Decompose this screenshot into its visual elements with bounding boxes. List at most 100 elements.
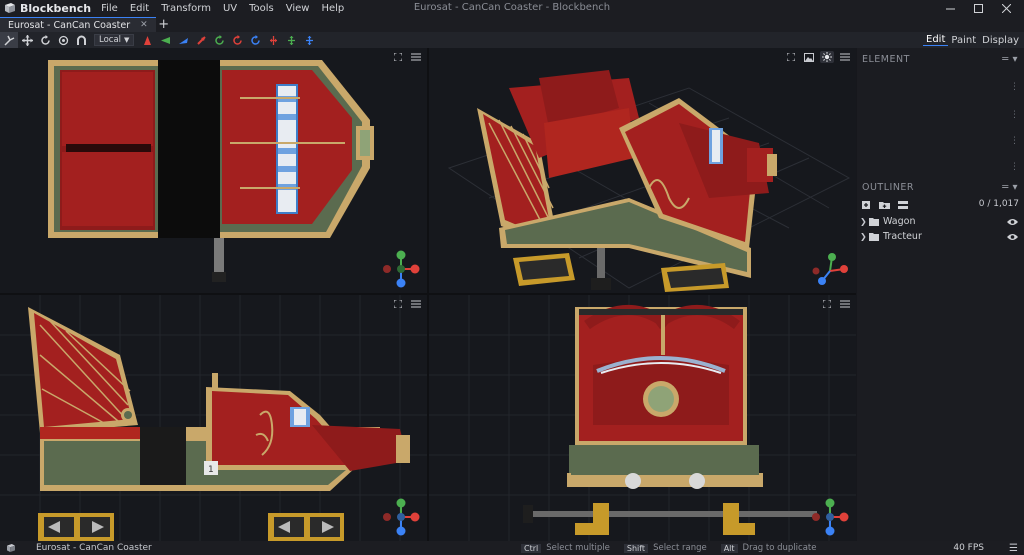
rotate-z-button[interactable] [228, 32, 246, 48]
move-tool-button[interactable] [0, 32, 18, 48]
key-badge: Alt [720, 543, 738, 553]
tab-close-icon[interactable]: ✕ [140, 20, 148, 30]
menu-file[interactable]: File [95, 3, 124, 14]
hint-alt: Alt Drag to duplicate [720, 543, 816, 553]
more-options-icon[interactable]: ⋮ [1010, 110, 1019, 120]
element-panel-title: ELEMENT [862, 53, 910, 65]
more-options-icon[interactable]: ⋮ [1010, 136, 1019, 146]
viewport-menu-button[interactable] [409, 51, 423, 63]
viewport-top[interactable] [0, 48, 427, 293]
new-tab-button[interactable]: + [156, 17, 172, 32]
collapse-all-icon[interactable] [897, 200, 909, 210]
outliner-item-label: Wagon [883, 216, 916, 227]
chevron-right-icon[interactable]: ❯ [860, 217, 869, 226]
viewport-toolbar [820, 298, 852, 310]
menu-tools[interactable]: Tools [243, 3, 280, 14]
rotate-blue-button[interactable] [246, 32, 264, 48]
rotate-y-button[interactable] [210, 32, 228, 48]
axis-gizmo-icon[interactable] [808, 495, 852, 539]
add-group-icon[interactable] [879, 200, 891, 210]
key-badge: Shift [623, 543, 649, 553]
mirror-z-button[interactable] [300, 32, 318, 48]
fullscreen-button[interactable] [820, 298, 834, 310]
fullscreen-button[interactable] [784, 51, 798, 63]
hamburger-icon [840, 300, 850, 308]
app-logo: Blockbench [0, 2, 91, 15]
panel-controls-icon[interactable]: ═ ▾ [1002, 182, 1018, 193]
pivot-tool-button[interactable] [54, 32, 72, 48]
fullscreen-button[interactable] [391, 51, 405, 63]
rotate-red-icon [233, 34, 242, 45]
status-menu-icon[interactable]: ☰ [1009, 543, 1018, 554]
viewport-toolbar [391, 298, 423, 310]
expand-icon [787, 53, 795, 61]
rotate-x-button[interactable] [192, 32, 210, 48]
viewport-menu-button[interactable] [838, 51, 852, 63]
front-view-scene [429, 295, 856, 541]
mode-edit[interactable]: Edit [923, 34, 949, 46]
outliner-panel-header[interactable]: OUTLINER ═ ▾ [857, 178, 1024, 196]
transform-space-select[interactable]: Local ▼ [94, 34, 135, 46]
outliner-item-wagon[interactable]: ❯ Wagon [857, 214, 1024, 229]
close-window-button[interactable] [992, 0, 1020, 16]
mirror-red-icon [269, 35, 277, 45]
axis-gizmo-icon[interactable] [379, 495, 423, 539]
axis-gizmo-icon[interactable] [808, 247, 852, 291]
mode-display[interactable]: Display [979, 35, 1022, 46]
more-options-icon[interactable]: ⋮ [1010, 162, 1019, 172]
minimize-button[interactable] [936, 0, 964, 16]
pivot-icon [58, 35, 68, 45]
viewport-toolbar [784, 51, 852, 63]
move-y-button[interactable] [156, 32, 174, 48]
maximize-button[interactable] [964, 0, 992, 16]
image-icon [804, 52, 814, 62]
visibility-eye-icon[interactable] [1007, 233, 1018, 241]
mode-tabs: Edit Paint Display [923, 32, 1022, 48]
hint-text: Select range [653, 543, 707, 553]
move-z-button[interactable] [174, 32, 192, 48]
chevron-right-icon[interactable]: ❯ [860, 232, 869, 241]
axis-gizmo-icon[interactable] [379, 247, 423, 291]
move-x-button[interactable] [138, 32, 156, 48]
selection-count: 0 / 1,017 [978, 199, 1019, 209]
cone-green-icon [160, 36, 170, 44]
side-view-scene: 1 [0, 295, 427, 541]
screenshot-button[interactable] [802, 51, 816, 63]
mode-paint[interactable]: Paint [948, 35, 979, 46]
mirror-y-button[interactable] [282, 32, 300, 48]
project-tab[interactable]: Eurosat - CanCan Coaster ✕ [0, 17, 156, 32]
visibility-eye-icon[interactable] [1007, 218, 1018, 226]
menu-view[interactable]: View [280, 3, 316, 14]
rotate-green-icon [215, 34, 224, 45]
lighting-button[interactable] [820, 51, 834, 63]
vertex-snap-tool-button[interactable] [72, 32, 90, 48]
window-controls [936, 0, 1020, 16]
more-options-icon[interactable]: ⋮ [1010, 82, 1019, 92]
rotate-tool-button[interactable] [36, 32, 54, 48]
menu-uv[interactable]: UV [217, 3, 243, 14]
menu-edit[interactable]: Edit [124, 3, 155, 14]
outliner-item-tracteur[interactable]: ❯ Tracteur [857, 229, 1024, 244]
menu-help[interactable]: Help [315, 3, 350, 14]
mirror-x-button[interactable] [264, 32, 282, 48]
viewport-front[interactable] [429, 295, 856, 541]
panel-controls-icon[interactable]: ═ ▾ [1002, 54, 1018, 65]
menu-transform[interactable]: Transform [155, 3, 217, 14]
viewport-area: 1 [0, 48, 856, 541]
viewport-perspective[interactable] [429, 48, 856, 293]
folder-icon [869, 232, 879, 241]
folder-icon [869, 217, 879, 226]
hint-text: Select multiple [546, 543, 610, 553]
side-panel: ELEMENT ═ ▾ ⋮ ⋮ ⋮ ⋮ OUTLINER ═ ▾ 0 / 1,0… [857, 48, 1024, 541]
viewport-menu-button[interactable] [409, 298, 423, 310]
hint-shift: Shift Select range [623, 543, 707, 553]
add-cube-icon[interactable] [861, 200, 873, 210]
element-panel-header[interactable]: ELEMENT ═ ▾ [857, 50, 1024, 68]
viewport-menu-button[interactable] [838, 298, 852, 310]
resize-tool-button[interactable] [18, 32, 36, 48]
hamburger-icon [411, 53, 421, 61]
hamburger-icon [840, 53, 850, 61]
menu-bar: File Edit Transform UV Tools View Help [95, 3, 350, 14]
fullscreen-button[interactable] [391, 298, 405, 310]
viewport-side[interactable]: 1 [0, 295, 427, 541]
